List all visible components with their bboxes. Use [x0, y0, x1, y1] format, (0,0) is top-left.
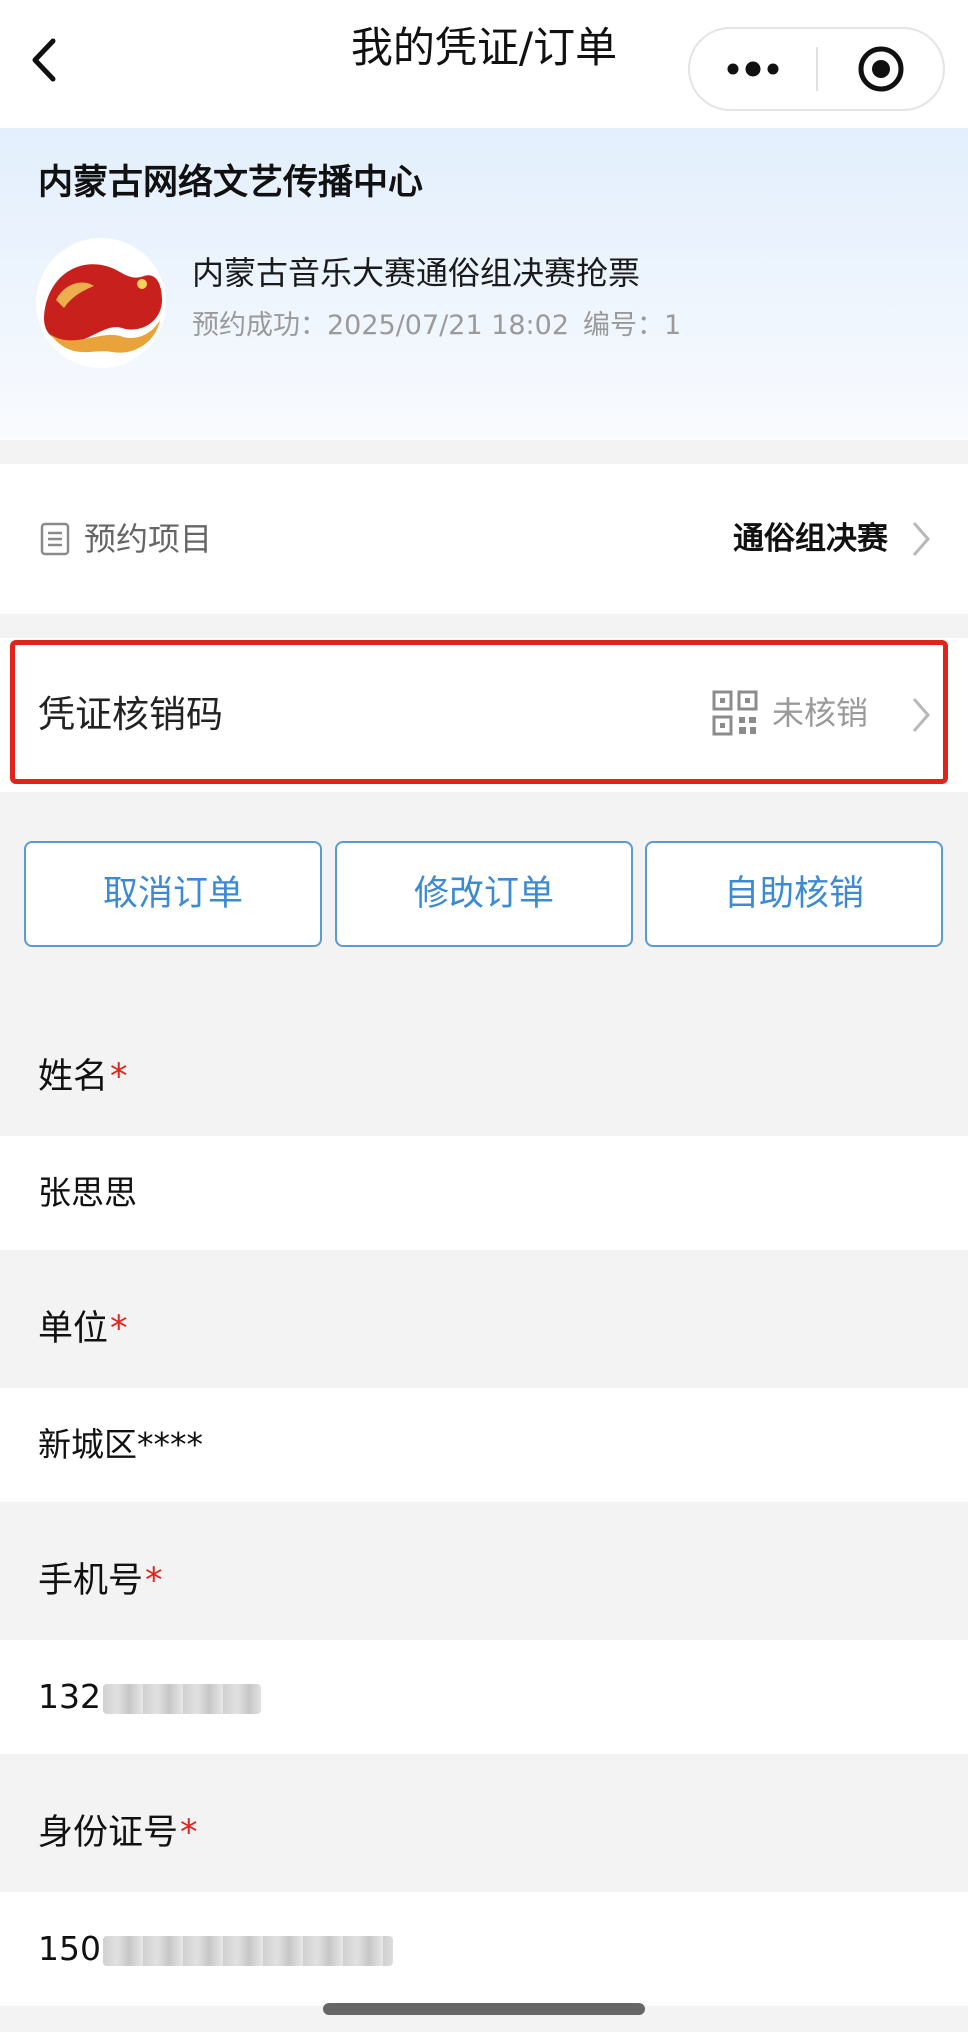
organization-field: 新城区**** [0, 1388, 968, 1502]
required-mark: * [110, 1057, 128, 1097]
organization-name: 内蒙古网络文艺传播中心 [38, 163, 424, 203]
reservation-project-label: 预约项目 [84, 520, 213, 558]
close-mini-program-button[interactable] [818, 29, 944, 109]
reservation-project-value: 通俗组决赛 [733, 521, 888, 557]
document-icon [40, 522, 70, 556]
highlight-annotation-box [10, 640, 948, 784]
more-menu-button[interactable] [690, 29, 816, 109]
cancel-order-button[interactable]: 取消订单 [24, 841, 322, 947]
name-field-label: 姓名* [38, 1052, 128, 1102]
phone-field: 132 [0, 1640, 968, 1754]
phone-value-wrap: 132 [38, 1672, 261, 1722]
booking-success-time: 预约成功：2025/07/21 18:02 [192, 310, 570, 341]
organization-value: 新城区**** [38, 1425, 203, 1464]
nav-bar: 我的凭证/订单 [0, 0, 968, 128]
required-mark: * [180, 1813, 198, 1853]
phone-field-label: 手机号* [38, 1556, 163, 1606]
mini-program-capsule [688, 27, 945, 111]
field-label-text: 姓名 [38, 1057, 109, 1097]
chevron-right-icon [912, 522, 930, 556]
self-verify-button[interactable]: 自助核销 [645, 841, 943, 947]
reservation-project-row[interactable]: 预约项目 通俗组决赛 [0, 464, 968, 614]
home-indicator [323, 2003, 645, 2015]
required-mark: * [145, 1561, 163, 1601]
name-value: 张思思 [38, 1173, 137, 1212]
id-number-field-label: 身份证号* [38, 1808, 198, 1858]
event-title: 内蒙古音乐大赛通俗组决赛抢票 [192, 254, 641, 292]
modify-order-button[interactable]: 修改订单 [335, 841, 633, 947]
field-label-text: 单位 [38, 1309, 109, 1349]
id-number-value: 150 [38, 1929, 101, 1968]
name-field: 张思思 [0, 1136, 968, 1250]
redaction-blur [103, 1683, 261, 1714]
booking-meta: 预约成功：2025/07/21 18:02 编号：1 [192, 306, 681, 346]
event-logo [36, 238, 166, 368]
field-label-text: 手机号 [38, 1561, 144, 1601]
field-label-text: 身份证号 [38, 1813, 179, 1853]
phone-value: 132 [38, 1677, 101, 1716]
more-dots-icon [727, 61, 779, 77]
required-mark: * [110, 1309, 128, 1349]
id-number-field: 150 [0, 1892, 968, 2006]
event-header-card: 内蒙古网络文艺传播中心 内蒙古音乐大赛通俗组决赛抢票 预约成功：2025/07/… [0, 128, 968, 440]
booking-serial: 编号：1 [583, 310, 682, 341]
redaction-blur [103, 1935, 393, 1966]
target-circle-icon [858, 46, 904, 92]
id-number-value-wrap: 150 [38, 1924, 393, 1974]
organization-field-label: 单位* [38, 1304, 128, 1354]
